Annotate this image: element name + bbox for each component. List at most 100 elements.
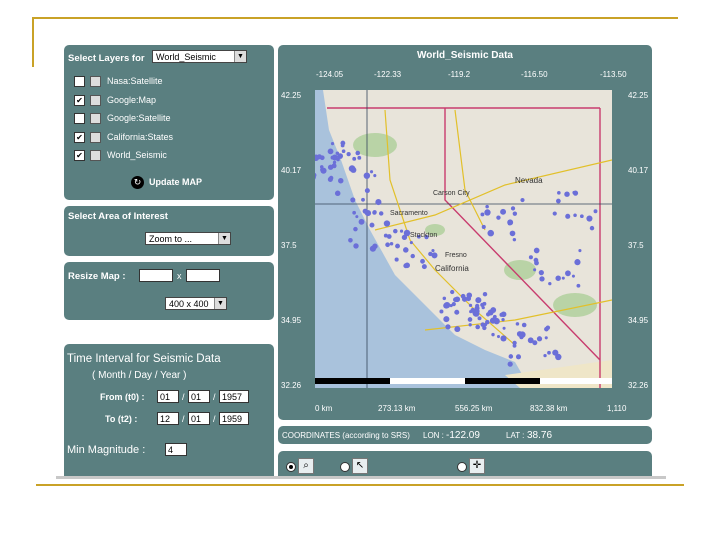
earthquake-marker [593, 209, 598, 214]
layer-info-icon[interactable] [90, 76, 101, 87]
earthquake-marker [355, 150, 361, 156]
earthquake-marker [421, 264, 427, 270]
size-select[interactable]: 400 x 400 ▼ [165, 297, 227, 310]
earthquake-marker [515, 354, 522, 360]
latitude-tick-label: 40.17 [281, 166, 302, 175]
earthquake-marker [465, 296, 472, 302]
earthquake-marker [369, 222, 375, 228]
earthquake-marker [500, 311, 507, 318]
pan-arrow-icon[interactable]: ↖ [352, 458, 368, 474]
earthquake-marker [364, 188, 370, 194]
layer-checkbox[interactable] [74, 76, 85, 87]
earthquake-marker [515, 322, 520, 326]
layer-checkbox[interactable]: ✔ [74, 94, 85, 106]
earthquake-marker [487, 229, 495, 237]
layer-checkbox[interactable]: ✔ [74, 150, 85, 161]
zoom-select[interactable]: Zoom to ... ▼ [145, 232, 231, 245]
longitude-tick-label: -119.2 [448, 70, 471, 79]
to-label: To (t2) : [105, 414, 138, 424]
earthquake-marker [316, 154, 322, 160]
to-month-input[interactable]: 12 [157, 412, 179, 425]
earthquake-marker [533, 247, 540, 254]
earthquake-marker [480, 322, 486, 327]
earthquake-marker [358, 218, 365, 225]
crosshair-icon[interactable]: ✛ [469, 458, 485, 474]
earthquake-marker [386, 234, 392, 239]
frame-left-line [32, 17, 34, 67]
area-title: Select Area of Interest [68, 211, 168, 222]
map-label-nevada: Nevada [515, 176, 543, 185]
lat-value: 38.76 [527, 430, 553, 441]
scale-label: 1,110 [607, 404, 627, 413]
frame-top-line [32, 17, 678, 19]
dataset-select[interactable]: World_Seismic ▼ [152, 50, 247, 63]
earthquake-marker [369, 170, 374, 174]
layer-label: California:States [107, 131, 174, 142]
layer-info-icon[interactable] [90, 131, 101, 143]
earthquake-marker [480, 302, 485, 307]
longitude-tick-label: -124.05 [316, 70, 344, 79]
width-input[interactable] [139, 269, 173, 282]
coordinates-label: COORDINATES (according to SRS) [282, 431, 410, 440]
pan-tool-radio[interactable] [340, 462, 350, 472]
earthquake-marker [399, 229, 404, 233]
earthquake-marker [350, 197, 356, 203]
earthquake-marker [579, 214, 584, 219]
earthquake-marker [330, 155, 335, 160]
frame-bottom-line [36, 484, 684, 486]
earthquake-marker [340, 143, 345, 148]
earthquake-marker [475, 297, 482, 304]
to-year-input[interactable]: 1959 [219, 412, 249, 425]
earthquake-marker [393, 228, 398, 234]
from-day-input[interactable]: 01 [188, 390, 210, 403]
earthquake-marker [565, 270, 571, 277]
query-tool-radio[interactable] [457, 462, 467, 472]
longitude-tick-label: -122.33 [374, 70, 402, 79]
ocean-area [315, 90, 530, 388]
scale-bar-segment [540, 378, 612, 384]
from-label: From (t0) : [100, 392, 145, 402]
to-day-input[interactable]: 01 [188, 412, 210, 425]
earthquake-marker [375, 199, 382, 206]
min-magnitude-input[interactable]: 4 [165, 443, 187, 456]
earthquake-marker [432, 254, 437, 259]
earthquake-marker [507, 361, 513, 367]
scale-label: 832.38 km [530, 404, 568, 413]
scale-bar-segment [465, 378, 540, 384]
earthquake-marker [331, 163, 337, 169]
layer-checkbox[interactable]: ✔ [74, 131, 85, 143]
map-label-sacramento: Sacramento [390, 210, 428, 217]
from-month-input[interactable]: 01 [157, 390, 179, 403]
earthquake-marker [355, 215, 359, 219]
chevron-down-icon: ▼ [218, 233, 230, 244]
earthquake-marker [512, 343, 517, 348]
latitude-tick-label: 37.5 [281, 241, 297, 250]
layer-info-icon[interactable] [90, 113, 101, 124]
earthquake-marker [512, 237, 517, 242]
earthquake-marker [510, 206, 516, 211]
earthquake-marker [544, 336, 548, 340]
layer-info-icon[interactable] [90, 150, 101, 161]
from-slash-1: / [182, 392, 185, 402]
scale-label: 556.25 km [455, 404, 493, 413]
earthquake-marker [445, 324, 451, 330]
lat-label: LAT : [506, 431, 525, 440]
layer-checkbox[interactable] [74, 113, 85, 124]
chevron-down-icon: ▼ [214, 298, 226, 309]
layer-info-icon[interactable] [90, 94, 101, 106]
earthquake-marker [334, 190, 341, 197]
zoom-tool-radio[interactable] [286, 462, 296, 472]
earthquake-marker [410, 253, 415, 259]
to-slash-2: / [213, 414, 216, 424]
earthquake-marker [403, 263, 409, 269]
earthquake-marker [555, 198, 561, 204]
map-title: World_Seismic Data [417, 50, 513, 61]
layer-label: Google:Satellite [107, 113, 171, 123]
zoom-icon[interactable]: ⌕ [298, 458, 314, 474]
height-input[interactable] [186, 269, 220, 282]
earthquake-marker [350, 167, 357, 173]
seismic-map[interactable]: Nevada California Sacramento Stockton Fr… [315, 90, 612, 388]
from-year-input[interactable]: 1957 [219, 390, 249, 403]
earthquake-marker [501, 317, 505, 322]
earthquake-marker [480, 212, 485, 217]
